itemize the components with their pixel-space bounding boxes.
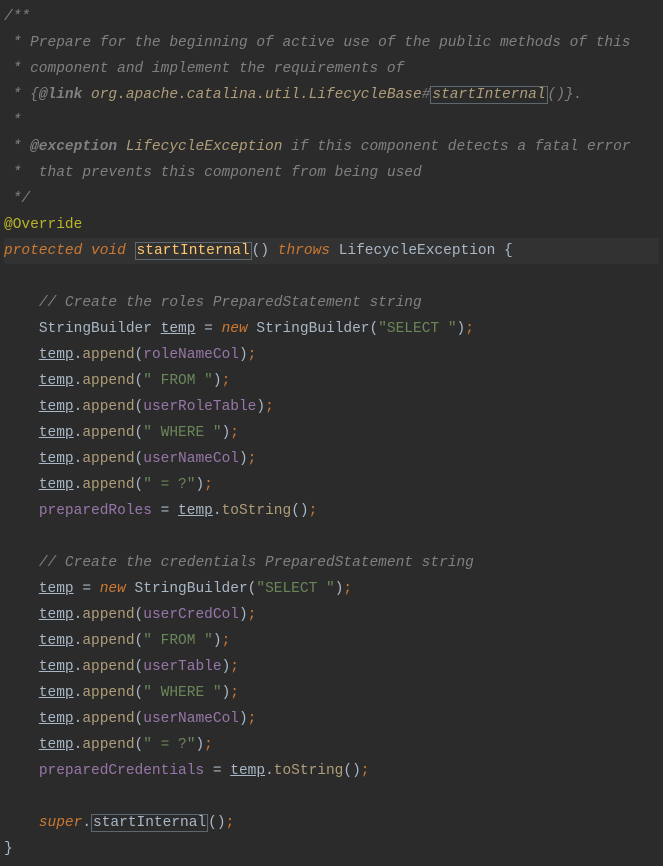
- str-where: " WHERE ": [143, 685, 221, 701]
- var-temp: temp: [39, 451, 74, 467]
- var-temp: temp: [39, 711, 74, 727]
- field-userRoleTable: userRoleTable: [143, 399, 256, 415]
- call-append: append: [82, 685, 134, 701]
- call-append: append: [82, 477, 134, 493]
- op-eq: =: [213, 763, 222, 779]
- ctor-sb: StringBuilder: [135, 581, 248, 597]
- kw-super: super: [39, 815, 83, 831]
- ctor-sb: StringBuilder: [256, 321, 369, 337]
- call-append: append: [82, 425, 134, 441]
- str-from: " FROM ": [143, 633, 213, 649]
- var-temp: temp: [230, 763, 265, 779]
- field-userNameCol: userNameCol: [143, 711, 239, 727]
- javadoc-line: * Prepare for the beginning of active us…: [4, 35, 631, 51]
- field-userCredCol: userCredCol: [143, 607, 239, 623]
- method-name: startInternal: [135, 242, 252, 260]
- var-temp: temp: [39, 399, 74, 415]
- call-toString: toString: [222, 503, 292, 519]
- javadoc-line: * component and implement the requiremen…: [4, 61, 404, 77]
- call-toString: toString: [274, 763, 344, 779]
- str-select: "SELECT ": [256, 581, 334, 597]
- type-sb: StringBuilder: [39, 321, 152, 337]
- op-eq: =: [82, 581, 91, 597]
- call-append: append: [82, 347, 134, 363]
- call-startInternal: startInternal: [91, 814, 208, 832]
- javadoc-link-end: ()}.: [548, 87, 583, 103]
- javadoc-link-class: org.apache.catalina.util.LifecycleBase: [91, 87, 422, 103]
- call-append: append: [82, 373, 134, 389]
- brace-close: }: [4, 841, 13, 857]
- var-temp: temp: [39, 607, 74, 623]
- str-select: "SELECT ": [378, 321, 456, 337]
- var-temp: temp: [39, 685, 74, 701]
- kw-protected: protected: [4, 243, 82, 259]
- javadoc-exc-type: LifecycleException: [126, 139, 283, 155]
- var-temp: temp: [39, 737, 74, 753]
- var-temp: temp: [39, 659, 74, 675]
- str-eqq: " = ?": [143, 477, 195, 493]
- javadoc-line: *: [4, 113, 21, 129]
- var-temp: temp: [161, 321, 196, 337]
- parens: (): [252, 243, 269, 259]
- field-preparedRoles: preparedRoles: [39, 503, 152, 519]
- kw-throws: throws: [278, 243, 330, 259]
- var-temp: temp: [39, 425, 74, 441]
- call-append: append: [82, 659, 134, 675]
- javadoc-link-method: startInternal: [430, 86, 547, 104]
- field-roleNameCol: roleNameCol: [143, 347, 239, 363]
- javadoc-exc-rest: if this component detects a fatal error: [282, 139, 630, 155]
- javadoc-line: * that prevents this component from bein…: [4, 165, 422, 181]
- field-userTable: userTable: [143, 659, 221, 675]
- call-append: append: [82, 451, 134, 467]
- var-temp: temp: [39, 373, 74, 389]
- javadoc-link-tag: @link: [39, 87, 83, 103]
- call-append: append: [82, 711, 134, 727]
- op-eq: =: [204, 321, 213, 337]
- kw-new: new: [100, 581, 126, 597]
- var-temp: temp: [178, 503, 213, 519]
- comment-creds: // Create the credentials PreparedStatem…: [39, 555, 474, 571]
- call-append: append: [82, 633, 134, 649]
- var-temp: temp: [39, 581, 74, 597]
- annotation-override: @Override: [4, 217, 82, 233]
- field-preparedCredentials: preparedCredentials: [39, 763, 204, 779]
- exception-type: LifecycleException: [339, 243, 496, 259]
- var-temp: temp: [39, 633, 74, 649]
- call-append: append: [82, 399, 134, 415]
- call-append: append: [82, 737, 134, 753]
- str-eqq: " = ?": [143, 737, 195, 753]
- str-where: " WHERE ": [143, 425, 221, 441]
- var-temp: temp: [39, 347, 74, 363]
- comment-roles: // Create the roles PreparedStatement st…: [39, 295, 422, 311]
- javadoc-line: *: [4, 139, 30, 155]
- str-from: " FROM ": [143, 373, 213, 389]
- javadoc-close: */: [4, 191, 30, 207]
- javadoc-line: * {: [4, 87, 39, 103]
- javadoc-exc-tag: @exception: [30, 139, 117, 155]
- kw-new: new: [222, 321, 248, 337]
- var-temp: temp: [39, 477, 74, 493]
- call-append: append: [82, 607, 134, 623]
- javadoc-open: /**: [4, 9, 30, 25]
- brace-open: {: [504, 243, 513, 259]
- kw-void: void: [91, 243, 126, 259]
- field-userNameCol: userNameCol: [143, 451, 239, 467]
- code-editor[interactable]: /** * Prepare for the beginning of activ…: [4, 4, 659, 862]
- op-eq: =: [161, 503, 170, 519]
